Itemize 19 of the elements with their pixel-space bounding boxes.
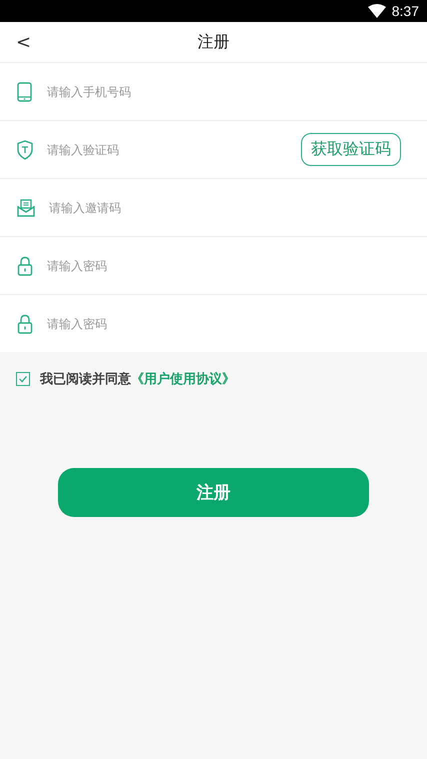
back-button[interactable]: < <box>12 32 36 52</box>
shield-icon <box>17 140 33 160</box>
register-button[interactable]: 注册 <box>58 468 369 517</box>
lock-icon <box>17 314 33 334</box>
input-field[interactable]: 请输入密码 <box>45 258 401 274</box>
input-field[interactable]: 请输入邀请码 <box>47 200 401 216</box>
agreement-text: 我已阅读并同意 <box>40 370 131 388</box>
phone-icon <box>17 82 33 102</box>
lock-icon <box>17 256 33 276</box>
envelope-icon <box>17 198 35 216</box>
input-field[interactable]: 请输入手机号码 <box>45 84 401 100</box>
input-field[interactable]: 请输入密码 <box>45 316 401 332</box>
input-field[interactable]: 请输入验证码 <box>45 142 301 158</box>
get-code-button[interactable]: 获取验证码 <box>301 133 401 166</box>
wifi-icon <box>368 4 386 18</box>
page-title: 注册 <box>198 32 230 52</box>
agreement-checkbox[interactable] <box>16 372 30 386</box>
user-agreement-link[interactable]: 《用户使用协议》 <box>131 370 235 388</box>
status-time: 8:37 <box>392 3 419 19</box>
